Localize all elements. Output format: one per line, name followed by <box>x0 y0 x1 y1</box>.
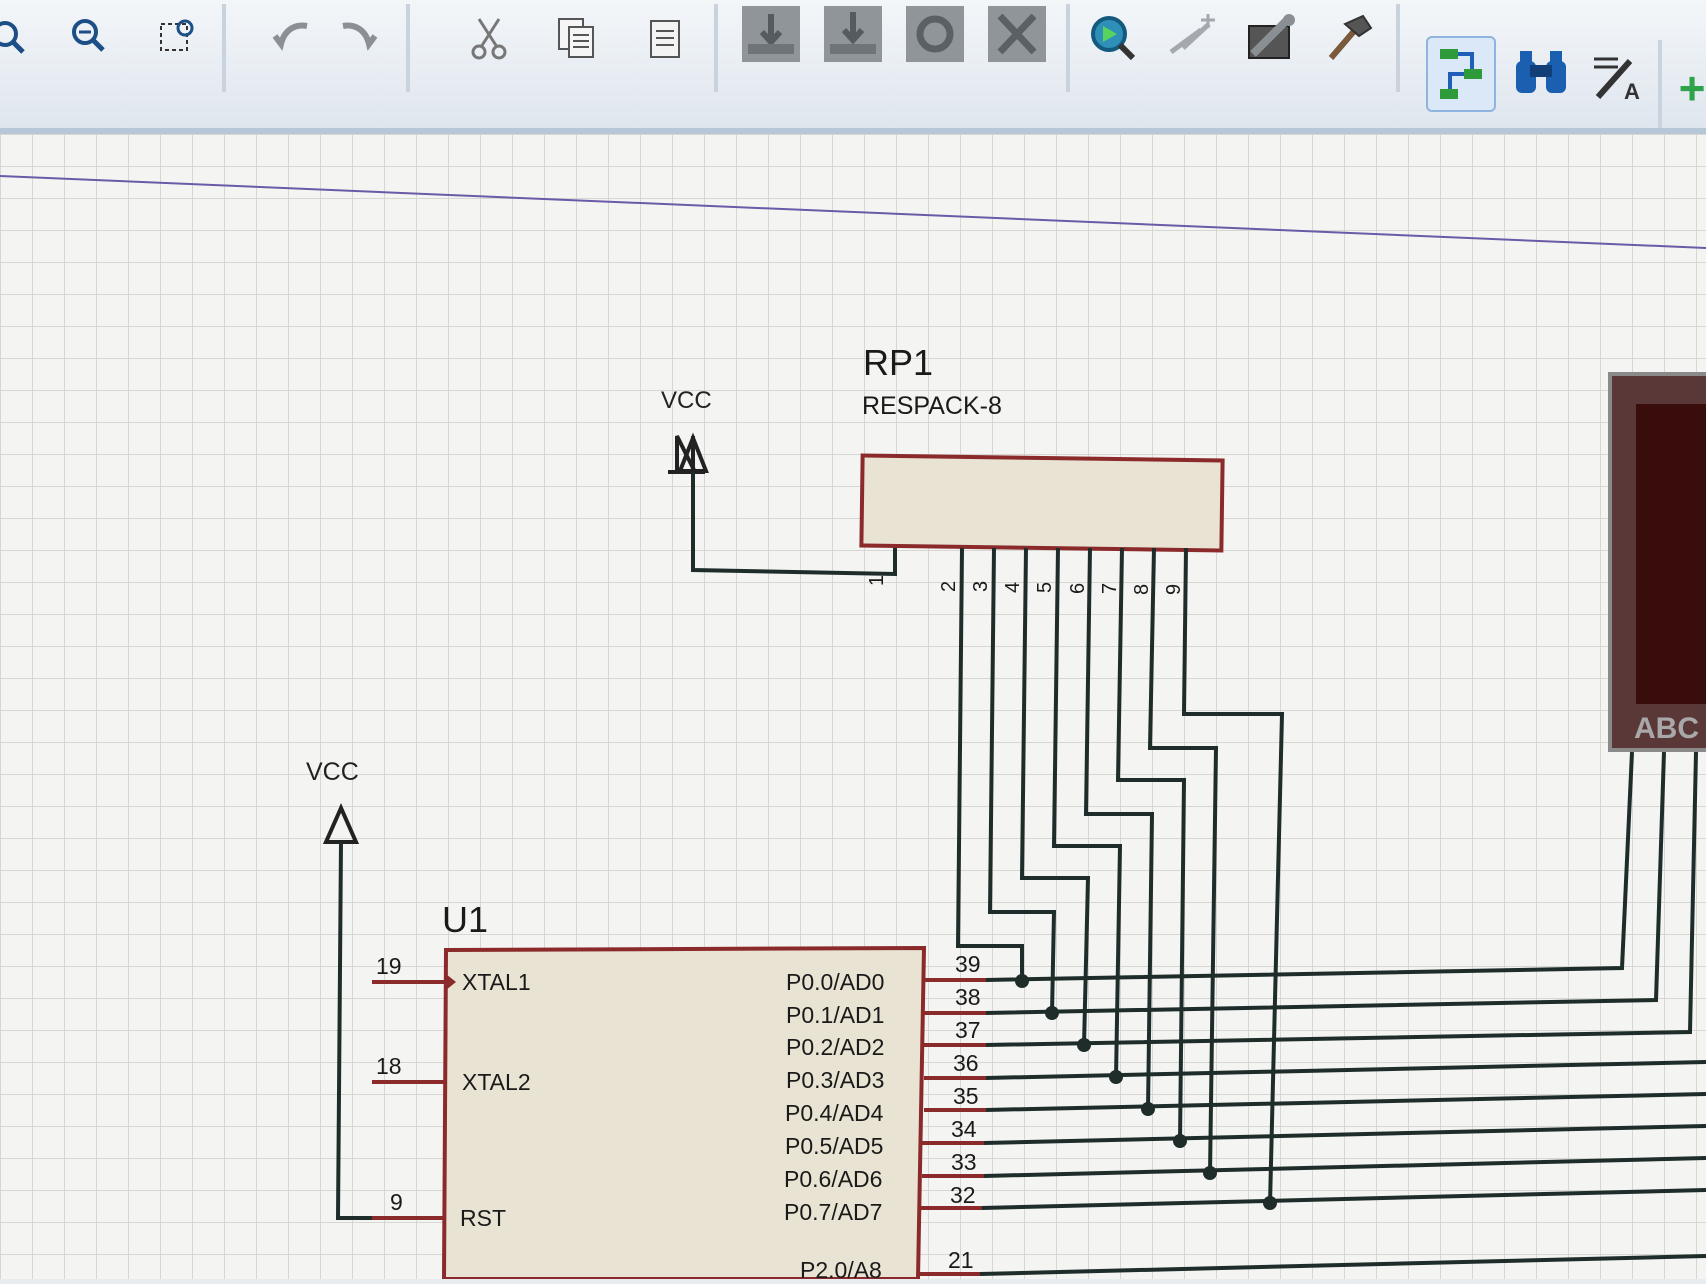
rp1-value-label: RESPACK-8 <box>862 392 1002 420</box>
zoom-area-icon[interactable] <box>0 6 36 70</box>
make-device-icon[interactable] <box>1242 6 1300 70</box>
junction-dot <box>1203 1166 1217 1180</box>
wire-p06[interactable] <box>983 1156 1706 1178</box>
vcc-terminal-left[interactable]: VCC <box>306 758 360 844</box>
display-label: ABC <box>1634 712 1699 745</box>
u1-ref-label: U1 <box>442 899 488 940</box>
zoom-out-icon[interactable] <box>58 6 116 70</box>
u1-right-pin-name: P0.0/AD0 <box>786 969 884 995</box>
junction-dot <box>1077 1038 1091 1052</box>
wire-autorouter-icon[interactable] <box>1426 36 1496 112</box>
u1-right-pin-number: 37 <box>955 1017 981 1043</box>
u1-right-pin-name: P0.3/AD3 <box>786 1067 884 1093</box>
rp1-pin-label: 4 <box>1002 582 1024 593</box>
cut-icon[interactable] <box>460 6 518 70</box>
wire-p20[interactable] <box>979 1254 1706 1276</box>
copy-icon[interactable] <box>548 6 606 70</box>
u1-right-pin-number: 21 <box>948 1247 974 1273</box>
wire-p05[interactable] <box>983 1124 1706 1145</box>
u1-right-pin-name: P0.2/AD2 <box>786 1034 884 1060</box>
rp1-pin-label: 2 <box>938 581 960 592</box>
rp1-pin-label: 5 <box>1034 582 1056 593</box>
display-glass <box>1636 404 1706 704</box>
toolbar-separator <box>1066 4 1070 92</box>
toolbar-separator <box>406 4 410 92</box>
toolbar-separator <box>714 4 718 92</box>
u1-right-pin-number: 36 <box>953 1050 979 1076</box>
wire-p07[interactable] <box>981 1188 1706 1210</box>
u1-left-pin-name: XTAL1 <box>462 969 531 995</box>
junction-dot <box>1263 1196 1277 1210</box>
junction-dot <box>1141 1102 1155 1116</box>
u1-right-pin-name: P0.5/AD5 <box>785 1133 883 1159</box>
vcc-terminal-top[interactable]: VCC <box>661 387 712 474</box>
select-area-icon[interactable] <box>148 6 206 70</box>
toolbar-separator <box>222 4 226 92</box>
redo-icon[interactable] <box>330 6 388 70</box>
toolbar: A + <box>0 0 1706 134</box>
u1-right-pin-number: 38 <box>955 984 981 1010</box>
junction-dot <box>1109 1070 1123 1084</box>
u1-right-pin-number: 33 <box>951 1149 977 1175</box>
wire-p04[interactable] <box>985 1092 1706 1112</box>
wire-p00-display[interactable] <box>985 751 1634 982</box>
rp1-body <box>859 453 1225 553</box>
svg-text:A: A <box>1624 79 1640 103</box>
u1-right-pin-number: 34 <box>951 1116 977 1142</box>
lcd-display-component[interactable]: ABC <box>1608 372 1706 752</box>
schematic-canvas[interactable]: VCC RP1 RESPACK-8 1 2 3 4 5 6 7 8 9 VCC … <box>0 134 1706 1283</box>
toolbar-separator <box>1396 4 1400 92</box>
rp1-resistor-pack[interactable]: RP1 RESPACK-8 <box>859 342 1225 553</box>
u1-right-pin-number: 35 <box>953 1083 979 1109</box>
u1-left-pin-number: 19 <box>376 953 402 979</box>
toolbar-separator <box>1658 40 1662 128</box>
u1-right-pin-name: P0.4/AD4 <box>785 1100 884 1126</box>
u1-left-pin-number: 9 <box>390 1189 403 1215</box>
pick-device-icon[interactable] <box>1164 6 1222 70</box>
rp1-pin-label: 1 <box>866 575 888 586</box>
property-assignment-tool-icon[interactable]: A <box>1590 44 1648 108</box>
u1-left-pin-name: RST <box>460 1205 506 1231</box>
sheet-border-line <box>0 175 1706 249</box>
u1-right-pin-name: P0.1/AD1 <box>786 1002 884 1028</box>
zoom-to-component-icon[interactable] <box>1084 6 1142 70</box>
vcc-left-triangle <box>322 803 360 844</box>
block-delete-icon[interactable] <box>984 2 1050 66</box>
vcc-left-label: VCC <box>306 758 359 786</box>
u1-left-pin-number: 18 <box>376 1053 402 1079</box>
u1-right-pin-number: 32 <box>950 1182 976 1208</box>
rp1-ref-label: RP1 <box>863 342 933 383</box>
u1-right-pin-number: 39 <box>955 951 981 977</box>
block-copy-icon[interactable] <box>738 2 804 66</box>
undo-icon[interactable] <box>262 6 320 70</box>
rp1-pin-label: 6 <box>1067 583 1089 594</box>
block-rotate-icon[interactable] <box>902 2 968 66</box>
u1-left-pin-name: XTAL2 <box>462 1069 531 1095</box>
search-tag-icon[interactable] <box>1512 40 1570 104</box>
u1-right-pin-name: P0.7/AD7 <box>784 1199 882 1225</box>
rp1-pin-label: 9 <box>1163 584 1185 595</box>
u1-right-pin-name: P0.6/AD6 <box>784 1166 882 1192</box>
junction-dot <box>1173 1134 1187 1148</box>
new-sheet-icon[interactable]: + <box>1672 56 1706 120</box>
junction-dot <box>1015 974 1029 988</box>
wire-p03[interactable] <box>985 1060 1706 1080</box>
decompose-icon[interactable] <box>1320 6 1378 70</box>
rp1-pin-label: 8 <box>1131 584 1153 595</box>
rp1-pin-label: 3 <box>970 581 992 592</box>
wire-vcc-rst[interactable] <box>335 841 442 1220</box>
rp1-pin-label: 7 <box>1099 583 1121 594</box>
u1-right-pin-name: P2.0/A8 <box>800 1257 882 1279</box>
block-move-icon[interactable] <box>820 2 886 66</box>
paste-icon[interactable] <box>636 6 694 70</box>
vcc-top-label: VCC <box>661 387 712 414</box>
junction-dot <box>1045 1006 1059 1020</box>
